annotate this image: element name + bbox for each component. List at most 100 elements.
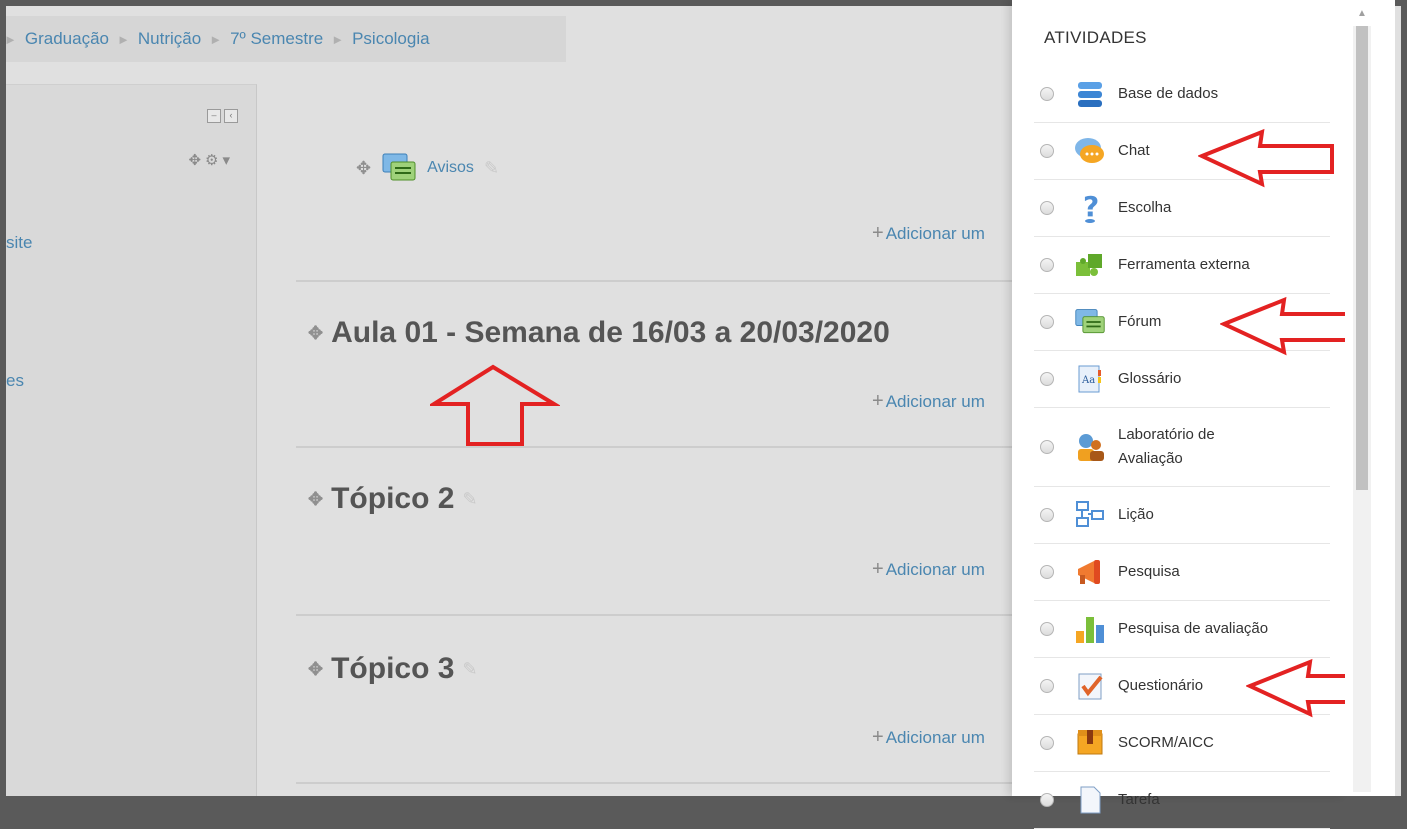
breadcrumb-item-psicologia[interactable]: Psicologia [352, 29, 430, 49]
workshop-icon [1074, 431, 1106, 463]
add-activity-label: Adicionar um [885, 560, 985, 579]
annotation-arrow-left-icon [1198, 128, 1334, 188]
chat-icon [1074, 135, 1106, 167]
activity-label: Laboratório de Avaliação [1118, 426, 1215, 467]
radio-button[interactable] [1040, 793, 1054, 807]
add-activity-link[interactable]: + Adicionar um [872, 390, 985, 413]
move-icon[interactable]: ✥ [308, 489, 323, 510]
activity-label: SCORM/AICC [1118, 734, 1214, 751]
activity-label: Questionário [1118, 677, 1204, 694]
move-icon[interactable]: ✥ [308, 659, 323, 680]
radio-button[interactable] [1040, 440, 1054, 454]
section-title-text: Tópico 3 [331, 652, 455, 685]
breadcrumb-item-semestre[interactable]: 7º Semestre [230, 29, 323, 49]
nav-link-site[interactable]: site [6, 233, 32, 253]
radio-button[interactable] [1040, 679, 1054, 693]
move-icon[interactable]: ✥ [356, 158, 371, 179]
activity-avisos: ✥ Avisos ✎ [356, 152, 499, 184]
scroll-up-arrow-icon[interactable]: ▲ [1354, 6, 1370, 22]
scrollbar-thumb[interactable] [1356, 26, 1368, 490]
add-activity-label: Adicionar um [885, 392, 985, 411]
breadcrumb-separator-icon: ► [117, 31, 130, 47]
radio-button[interactable] [1040, 315, 1054, 329]
activity-option-base-de-dados[interactable]: Base de dados [1034, 66, 1330, 123]
activity-option-glossario[interactable]: Aa Glossário [1034, 351, 1330, 408]
svg-text:Aa: Aa [1081, 375, 1095, 386]
dock-block-icon[interactable]: ‹ [224, 109, 238, 123]
lesson-icon [1074, 499, 1106, 531]
gear-icon[interactable]: ⚙▾ [205, 152, 234, 169]
radio-button[interactable] [1040, 372, 1054, 386]
annotation-arrow-up-icon [430, 364, 560, 446]
block-controls: – ‹ [207, 109, 238, 123]
glossary-icon: Aa [1074, 363, 1106, 395]
forum-icon [1074, 306, 1106, 338]
activity-label: Glossário [1118, 370, 1182, 387]
section-divider [296, 614, 1036, 616]
activity-option-laboratorio[interactable]: Laboratório de Avaliação [1034, 408, 1330, 487]
radio-button[interactable] [1040, 258, 1054, 272]
section-divider [296, 446, 1036, 448]
plus-icon: + [872, 726, 884, 748]
left-block: – ‹ ✥⚙▾ site es [6, 84, 257, 796]
add-activity-link[interactable]: + Adicionar um [872, 222, 985, 245]
question-icon: ? [1074, 192, 1106, 224]
breadcrumb-item-nutricao[interactable]: Nutrição [138, 29, 201, 49]
edit-pencil-icon[interactable]: ✎ [484, 158, 499, 179]
bar-chart-icon [1074, 613, 1106, 645]
svg-text:?: ? [1083, 192, 1099, 223]
breadcrumb-item-graduacao[interactable]: Graduação [25, 29, 109, 49]
section-title: ✥ Aula 01 - Semana de 16/03 a 20/03/2020 [308, 316, 890, 350]
add-activity-label: Adicionar um [885, 224, 985, 243]
breadcrumb: ► Graduação ► Nutrição ► 7º Semestre ► P… [6, 16, 566, 62]
quiz-icon [1074, 670, 1106, 702]
megaphone-icon [1074, 556, 1106, 588]
block-actions: ✥⚙▾ [188, 151, 234, 169]
activity-label: Ferramenta externa [1118, 256, 1250, 273]
add-activity-link[interactable]: + Adicionar um [872, 726, 985, 749]
move-icon[interactable]: ✥ [308, 323, 323, 344]
move-icon[interactable]: ✥ [188, 152, 205, 169]
activity-label: Lição [1118, 506, 1154, 523]
puzzle-icon [1074, 249, 1106, 281]
activity-option-tarefa[interactable]: Tarefa [1034, 772, 1330, 829]
breadcrumb-separator-icon: ► [331, 31, 345, 47]
section-title: ✥ Tópico 3 ✎ [308, 652, 478, 686]
collapse-block-icon[interactable]: – [207, 109, 221, 123]
radio-button[interactable] [1040, 565, 1054, 579]
nav-link-es[interactable]: es [6, 371, 24, 391]
add-activity-label: Adicionar um [885, 728, 985, 747]
section-divider [296, 280, 1036, 282]
section-title-text: Tópico 2 [331, 482, 455, 515]
breadcrumb-separator-icon: ► [6, 31, 17, 47]
activity-option-pesquisa[interactable]: Pesquisa [1034, 544, 1330, 601]
annotation-arrow-left-icon [1220, 296, 1356, 356]
activity-option-escolha[interactable]: ? Escolha [1034, 180, 1330, 237]
activity-option-scorm[interactable]: SCORM/AICC [1034, 715, 1330, 772]
database-icon [1074, 78, 1106, 110]
radio-button[interactable] [1040, 622, 1054, 636]
section-divider [296, 782, 1036, 784]
scorm-package-icon [1074, 727, 1106, 759]
radio-button[interactable] [1040, 144, 1054, 158]
radio-button[interactable] [1040, 201, 1054, 215]
activity-option-licao[interactable]: Lição [1034, 487, 1330, 544]
panel-heading: ATIVIDADES [1044, 28, 1147, 47]
avisos-link[interactable]: Avisos [427, 159, 474, 177]
section-title-text: Aula 01 - Semana de 16/03 a 20/03/2020 [331, 316, 890, 349]
activity-option-pesquisa-avaliacao[interactable]: Pesquisa de avaliação [1034, 601, 1330, 658]
edit-pencil-icon[interactable]: ✎ [462, 659, 477, 680]
forum-icon [382, 153, 416, 181]
section-title: ✥ Tópico 2 ✎ [308, 482, 478, 516]
radio-button[interactable] [1040, 736, 1054, 750]
radio-button[interactable] [1040, 87, 1054, 101]
activity-label: Escolha [1118, 199, 1172, 216]
edit-pencil-icon[interactable]: ✎ [462, 489, 477, 510]
activity-label: Base de dados [1118, 85, 1219, 102]
radio-button[interactable] [1040, 508, 1054, 522]
activity-label: Tarefa [1118, 791, 1160, 808]
activity-option-ferramenta-externa[interactable]: Ferramenta externa [1034, 237, 1330, 294]
add-activity-link[interactable]: + Adicionar um [872, 558, 985, 581]
plus-icon: + [872, 558, 884, 580]
activity-label: Pesquisa de avaliação [1118, 620, 1269, 637]
